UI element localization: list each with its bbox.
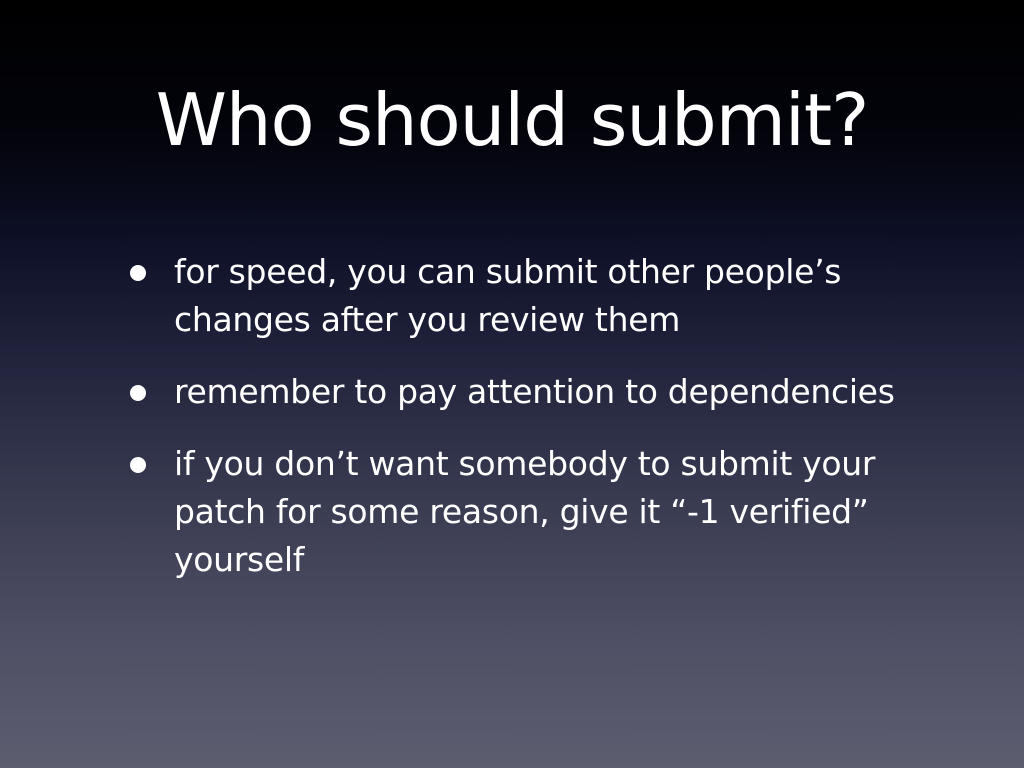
- bullet-dot-icon: [130, 457, 146, 473]
- bullet-text: remember to pay attention to dependencie…: [174, 372, 895, 411]
- bullet-list: for speed, you can submit other people’s…: [130, 248, 930, 608]
- bullet-text: for speed, you can submit other people’s…: [174, 252, 842, 339]
- bullet-dot-icon: [130, 385, 146, 401]
- bullet-dot-icon: [130, 265, 146, 281]
- bullet-text: if you don’t want somebody to submit you…: [174, 444, 876, 579]
- bullet-item: if you don’t want somebody to submit you…: [130, 440, 930, 584]
- bullet-item: remember to pay attention to dependencie…: [130, 368, 930, 416]
- bullet-item: for speed, you can submit other people’s…: [130, 248, 930, 344]
- presentation-slide: Who should submit? for speed, you can su…: [0, 0, 1024, 768]
- slide-title: Who should submit?: [155, 78, 870, 162]
